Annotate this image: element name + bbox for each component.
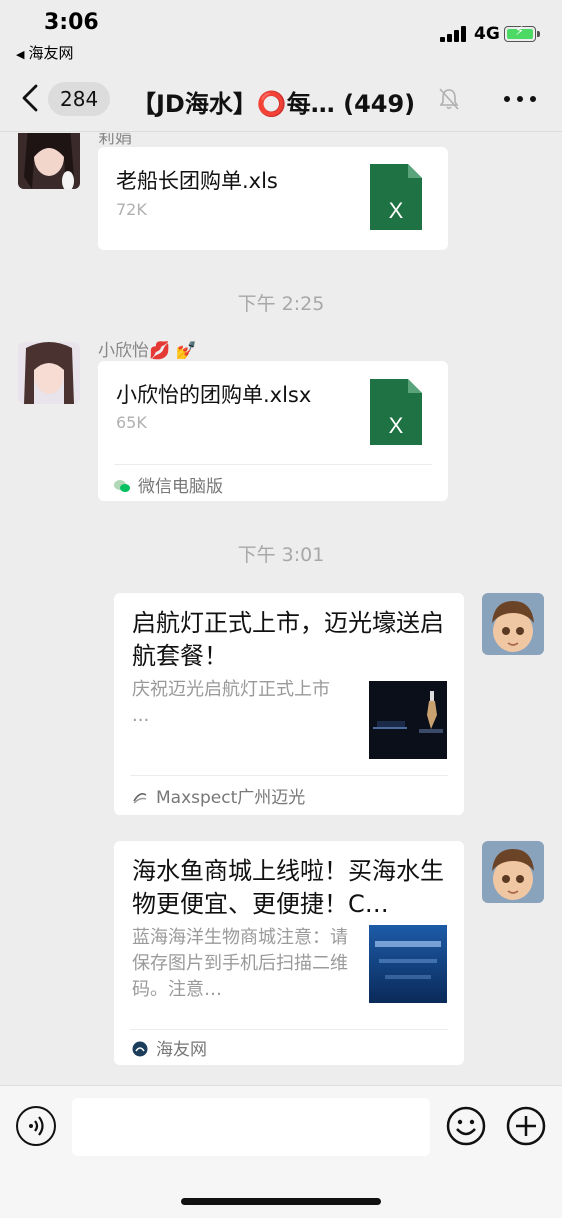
emoji-button[interactable] (446, 1106, 486, 1146)
chat-title[interactable]: 【JD海水】⭕每… (449) (132, 84, 432, 119)
network-type: 4G (474, 24, 500, 44)
file-message-bubble[interactable]: 小欣怡的团购单.xlsx 65K X 微信电脑版 (98, 361, 448, 501)
divider (130, 775, 448, 776)
haiyouwang-logo-icon (132, 1041, 148, 1057)
file-name: 小欣怡的团购单.xlsx (116, 383, 312, 407)
article-description: 蓝海海洋生物商城注意：请保存图片到手机后扫描二维码。注意… (132, 927, 348, 1000)
sender-name: 小欣怡💋 💅 (98, 341, 197, 361)
article-thumbnail (369, 681, 447, 759)
article-title: 启航灯正式上市，迈光壕送启航套餐！ (132, 609, 444, 670)
source-label: Maxspect广州迈光 (156, 788, 306, 808)
member-count: (449) (343, 90, 416, 118)
source-label: 海友网 (156, 1040, 207, 1060)
voice-icon (29, 1116, 44, 1136)
sender-name: 莉娟 (98, 133, 132, 148)
back-button[interactable] (18, 80, 44, 116)
message-list[interactable]: 莉娟 老船长团购单.xls 72K X 下午 2:25 小欣怡💋 💅 小欣怡的团… (0, 133, 562, 1085)
divider (130, 1029, 448, 1030)
more-functions-button[interactable] (506, 1106, 546, 1146)
source-row: 海友网 (132, 1035, 207, 1060)
chevron-left-icon (22, 84, 38, 112)
my-avatar[interactable] (482, 841, 544, 903)
back-app-label: 海友网 (28, 44, 74, 62)
article-card[interactable]: 海水鱼商城上线啦！买海水生物更便宜、更便捷！C… 蓝海海洋生物商城注意：请保存图… (114, 841, 464, 1065)
article-title: 海水鱼商城上线啦！买海水生物更便宜、更便捷！C… (132, 857, 444, 918)
source-row: Maxspect广州迈光 (132, 783, 305, 808)
timestamp: 下午 3:01 (237, 544, 325, 566)
mute-bell-icon (439, 88, 459, 110)
wechat-icon (114, 480, 130, 492)
timestamp: 下午 2:25 (237, 293, 325, 315)
status-bar: 3:06 ◀ 海友网 4G ⚡ (0, 0, 562, 66)
file-size: 72K (116, 200, 147, 219)
my-avatar[interactable] (482, 593, 544, 655)
divider (114, 464, 432, 465)
avatar[interactable] (18, 133, 80, 189)
avatar[interactable] (18, 342, 80, 404)
back-triangle-icon: ◀ (16, 48, 25, 61)
battery-icon: ⚡ (504, 24, 536, 42)
article-thumbnail (369, 925, 447, 1003)
file-message-bubble[interactable]: 老船长团购单.xls 72K X (98, 147, 448, 250)
excel-file-icon: X (370, 164, 422, 230)
chat-title-text: 【JD海水】⭕每… (132, 90, 335, 118)
voice-button[interactable] (16, 1106, 56, 1146)
file-name: 老船长团购单.xls (116, 169, 278, 193)
emoji-icon (446, 1106, 486, 1146)
excel-file-icon: X (370, 379, 422, 445)
more-dots-icon[interactable] (504, 96, 536, 104)
back-to-app-link[interactable]: ◀ 海友网 (16, 42, 73, 63)
status-time: 3:06 (44, 10, 99, 35)
file-size: 65K (116, 413, 147, 432)
plus-icon (506, 1106, 546, 1146)
article-card[interactable]: 启航灯正式上市，迈光壕送启航套餐！ 庆祝迈光启航灯正式上市 ... Maxspe… (114, 593, 464, 815)
maxspect-logo-icon (133, 793, 147, 804)
home-indicator[interactable] (181, 1198, 381, 1205)
unread-count-badge[interactable]: 284 (48, 82, 111, 116)
battery-cap (537, 31, 540, 37)
source-row: 微信电脑版 (114, 472, 223, 497)
chat-header: 284 【JD海水】⭕每… (449) (0, 66, 562, 132)
signal-icon (440, 26, 468, 42)
message-input[interactable] (72, 1098, 430, 1156)
article-description: 庆祝迈光启航灯正式上市 ... (132, 679, 330, 726)
source-label: 微信电脑版 (138, 477, 223, 497)
